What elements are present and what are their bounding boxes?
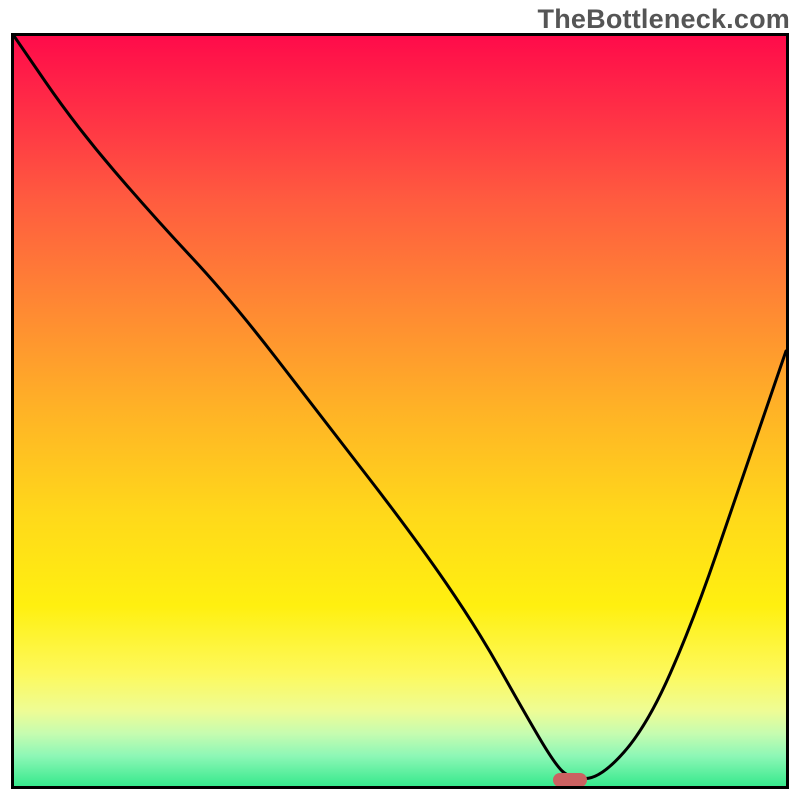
plot-frame bbox=[11, 33, 789, 789]
optimum-marker bbox=[553, 773, 587, 787]
watermark-text: TheBottleneck.com bbox=[538, 4, 790, 35]
bottleneck-curve bbox=[14, 36, 786, 786]
chart-stage: TheBottleneck.com bbox=[0, 0, 800, 800]
